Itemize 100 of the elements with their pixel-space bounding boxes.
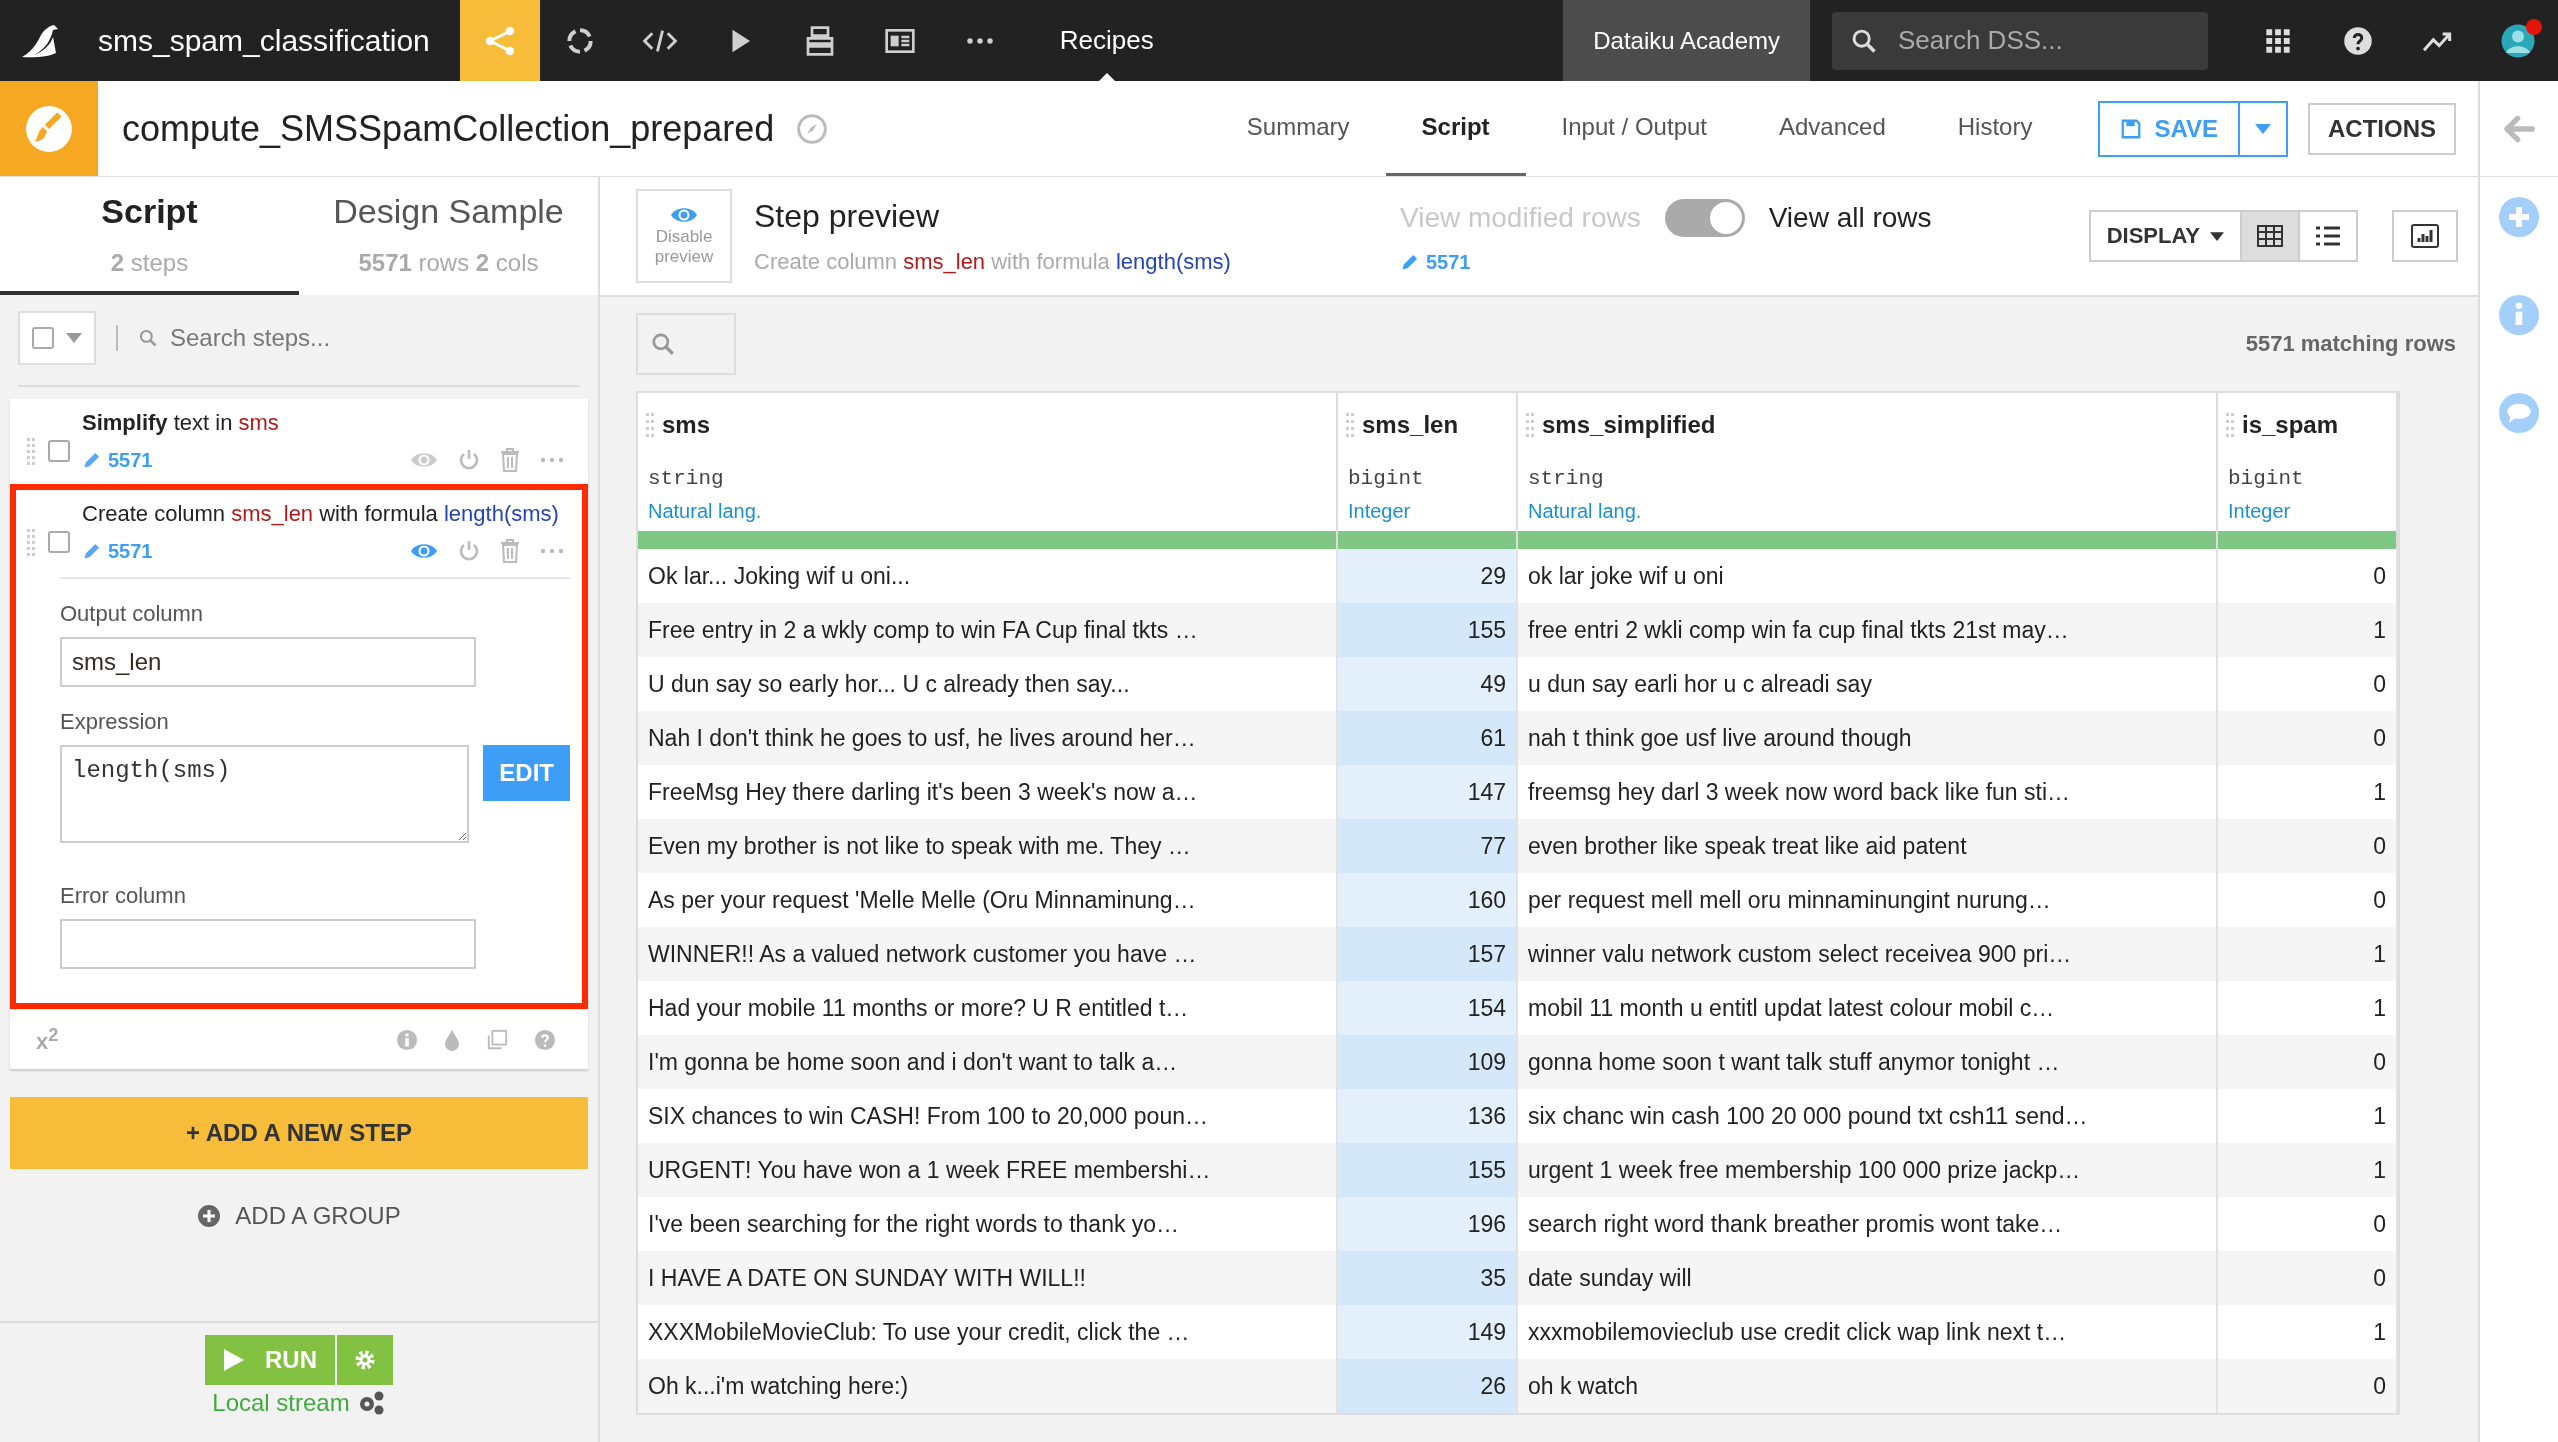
copy-icon[interactable]: [486, 1028, 508, 1051]
table-cell: 26: [1338, 1359, 1518, 1413]
step-title: Simplify text in sms: [82, 409, 280, 437]
add-group-button[interactable]: ADD A GROUP: [191, 1201, 407, 1232]
apps-grid-icon[interactable]: [2264, 26, 2292, 55]
more-icon[interactable]: [540, 548, 564, 554]
rows-toggle[interactable]: [1664, 198, 1745, 237]
section-menu[interactable]: Recipes: [1019, 0, 1194, 81]
project-name[interactable]: sms_spam_classification: [80, 23, 460, 58]
drag-handle-icon[interactable]: [1346, 413, 1354, 437]
more-icon: [964, 35, 995, 46]
column-name[interactable]: is_spam: [2242, 411, 2339, 439]
search-icon: [138, 328, 158, 348]
eye-icon[interactable]: [670, 205, 698, 225]
avatar-icon[interactable]: [2500, 22, 2536, 59]
chat-icon[interactable]: [2499, 393, 2539, 433]
input-field[interactable]: [60, 919, 476, 969]
power-icon[interactable]: [458, 448, 480, 472]
drop-icon[interactable]: [444, 1028, 460, 1051]
row-count: 5571: [1400, 250, 1932, 274]
table-cell: urgent 1 week free membership 100 000 prize jackp…: [1518, 1143, 2218, 1197]
bar-chart-icon: [2411, 224, 2439, 248]
back-arrow-icon[interactable]: [2503, 113, 2535, 144]
table-cell: oh k watch: [1518, 1359, 2218, 1413]
add-step-button[interactable]: + ADD A NEW STEP: [10, 1097, 588, 1170]
drag-handle-icon[interactable]: [2226, 413, 2234, 437]
column-type[interactable]: string: [1518, 445, 2216, 490]
toggle-label[interactable]: View all rows: [1768, 201, 1932, 234]
search-steps-field[interactable]: Search steps...: [168, 323, 532, 353]
table-cell: nah t think goe usf live around though: [1518, 711, 2218, 765]
column-meaning[interactable]: Natural lang.: [1518, 490, 2216, 523]
compass-icon[interactable]: [796, 112, 829, 145]
table-cell: 0: [2218, 711, 2398, 765]
table-cell: 0: [2218, 819, 2398, 873]
preview-title: Step preview: [754, 197, 940, 235]
step-checkbox[interactable]: [48, 440, 70, 462]
table-cell: 147: [1338, 765, 1518, 819]
column-meaning[interactable]: Natural lang.: [638, 490, 1336, 523]
table-icon: [2257, 225, 2283, 247]
select-all-dropdown[interactable]: [18, 311, 96, 365]
step-checkbox[interactable]: [48, 531, 70, 553]
pencil-icon: [82, 541, 102, 561]
table-cell: Nah I don't think he goes to usf, he lives around her…: [638, 711, 1338, 765]
academy-link[interactable]: Dataiku Academy: [1563, 0, 1810, 81]
table-cell: 196: [1338, 1197, 1518, 1251]
table-cell: even brother like speak treat like aid patent: [1518, 819, 2218, 873]
eye-icon[interactable]: [410, 450, 438, 470]
table-cell: Oh k...i'm watching here:): [638, 1359, 1338, 1413]
step-card[interactable]: Create column sms_len with formula length(sms) 5571 Output column sms_len Expression length(sms) EDIT Error column: [10, 484, 588, 1009]
column-name[interactable]: sms: [662, 411, 711, 439]
recipe-tab[interactable]: Script: [1385, 81, 1526, 176]
actions-button[interactable]: ACTIONS: [2308, 102, 2456, 155]
table-cell: 49: [1338, 657, 1518, 711]
chart-button[interactable]: [2392, 210, 2458, 262]
step-description: Create column sms_len with formula length(sms): [754, 248, 1232, 275]
step-card[interactable]: Simplify text in sms 5571: [10, 399, 588, 484]
column-name[interactable]: sms_simplified: [1542, 411, 1716, 439]
matching-rows-count: 5571 matching rows: [2245, 331, 2456, 357]
more-icon[interactable]: [540, 457, 564, 463]
bird-logo-icon[interactable]: [20, 22, 60, 59]
play-icon: [223, 1348, 245, 1372]
info-icon[interactable]: [2499, 295, 2539, 335]
display-dropdown[interactable]: DISPLAY: [2088, 210, 2242, 262]
column-type[interactable]: bigint: [2218, 445, 2396, 490]
table-cell: WINNER!! As a valued network customer you have …: [638, 927, 1338, 981]
drag-handle-icon[interactable]: [26, 437, 36, 465]
caret-icon: [2210, 231, 2224, 241]
input-field[interactable]: sms_len: [60, 637, 476, 687]
field-label: Output column: [60, 601, 205, 627]
drag-handle-icon[interactable]: [26, 528, 36, 556]
table-cell: 1: [2218, 1143, 2398, 1197]
power-icon[interactable]: [458, 539, 480, 563]
field-label: Expression: [60, 709, 170, 735]
search-field[interactable]: Search DSS...: [1832, 11, 2208, 70]
eye-icon[interactable]: [410, 541, 438, 561]
column-name[interactable]: sms_len: [1362, 411, 1459, 439]
recipe-tab[interactable]: Advanced: [1743, 81, 1922, 176]
expression-field[interactable]: length(sms): [60, 745, 470, 843]
table-cell: Free entry in 2 a wkly comp to win FA Cup final tkts …: [638, 603, 1338, 657]
row-count: 5571: [82, 448, 153, 472]
recipe-tab[interactable]: Summary: [1210, 81, 1386, 176]
table-cell: 109: [1338, 1035, 1518, 1089]
trash-icon[interactable]: [500, 539, 520, 563]
trash-icon[interactable]: [500, 448, 520, 472]
column-meaning[interactable]: Integer: [2218, 490, 2396, 523]
table-cell: 149: [1338, 1305, 1518, 1359]
table-cell: 29: [1338, 549, 1518, 603]
drag-handle-icon[interactable]: [1526, 413, 1534, 437]
view-toggle-button[interactable]: [2242, 210, 2300, 262]
column-type[interactable]: string: [638, 445, 1336, 490]
recipe-tab[interactable]: History: [1921, 81, 2069, 176]
column-type[interactable]: bigint: [1338, 445, 1516, 490]
view-toggle-button[interactable]: [2300, 210, 2358, 262]
column-meaning[interactable]: Integer: [1338, 490, 1516, 523]
recipe-tab[interactable]: Input / Output: [1525, 81, 1743, 176]
info-icon[interactable]: [396, 1028, 418, 1051]
add-circle-icon[interactable]: [2499, 197, 2539, 237]
filter-field[interactable]: [636, 313, 736, 375]
help-icon[interactable]: [2343, 25, 2373, 56]
drag-handle-icon[interactable]: [646, 413, 654, 437]
